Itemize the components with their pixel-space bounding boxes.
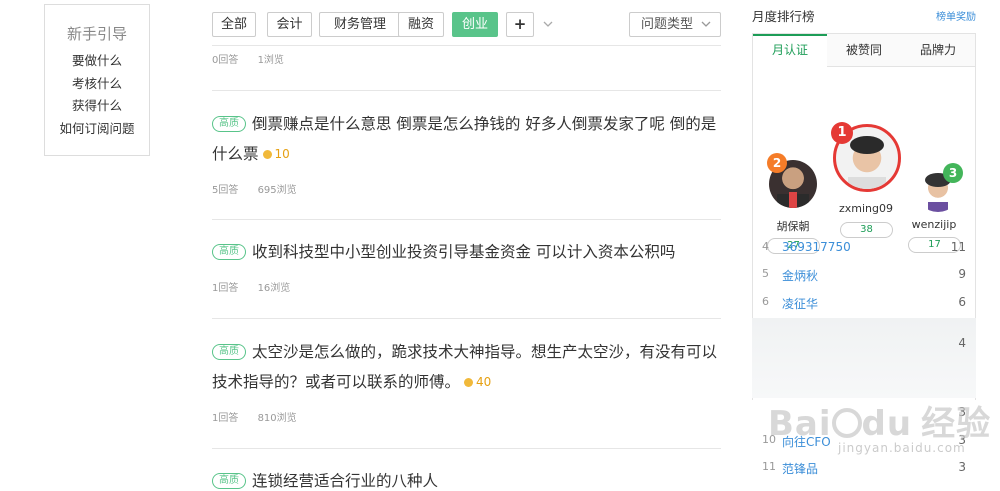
rank-number-badge: 2 bbox=[767, 153, 787, 173]
quality-badge: 高质 bbox=[212, 344, 246, 360]
chevron-down-icon[interactable] bbox=[542, 18, 554, 30]
guide-link-what-to-do[interactable]: 要做什么 bbox=[45, 50, 149, 73]
question-meta: 5回答 695浏览 bbox=[212, 181, 313, 196]
reward-amount: 10 bbox=[274, 147, 290, 161]
obscured-area bbox=[752, 318, 976, 398]
paw-icon bbox=[831, 408, 862, 438]
podium-user-name[interactable]: wenzijip bbox=[894, 218, 974, 231]
guide-link-assessment[interactable]: 考核什么 bbox=[45, 73, 149, 96]
answer-count: 1回答 bbox=[212, 283, 239, 294]
rank-score: 9 bbox=[958, 267, 966, 281]
rank-user-link[interactable]: 金炳秋 bbox=[782, 267, 818, 284]
view-count: 810浏览 bbox=[257, 413, 297, 424]
quality-badge: 高质 bbox=[212, 473, 246, 489]
reward-coins: 40 bbox=[464, 367, 491, 397]
rank-row: 5 金炳秋 9 bbox=[762, 267, 966, 287]
podium-score: 38 bbox=[840, 222, 893, 238]
rank-reward-link[interactable]: 榜单奖励 bbox=[936, 8, 976, 23]
guide-title: 新手引导 bbox=[66, 25, 127, 43]
rank-score: 3 bbox=[958, 460, 966, 474]
question-item: 高质 收到科技型中小型创业投资引导基金资金 可以计入资本公积吗 bbox=[212, 237, 724, 267]
rank-header: 月度排行榜 榜单奖励 bbox=[752, 6, 976, 25]
question-item: 高质 连锁经营适合行业的八种人 bbox=[212, 466, 724, 491]
filter-tag-accounting[interactable]: 会计 bbox=[267, 12, 312, 37]
question-meta: 1回答 16浏览 bbox=[212, 279, 306, 294]
divider bbox=[212, 45, 721, 46]
rank-tabs: 月认证 被赞同 品牌力 bbox=[753, 34, 975, 68]
rank-row: 6 凌征华 6 bbox=[762, 295, 966, 315]
filter-tag-all[interactable]: 全部 bbox=[212, 12, 256, 37]
rank-row: 4 bbox=[762, 336, 966, 356]
chevron-down-icon bbox=[700, 13, 712, 44]
rank-score: 4 bbox=[958, 336, 966, 350]
question-meta: 1回答 810浏览 bbox=[212, 409, 313, 424]
rank-number-badge: 3 bbox=[943, 163, 963, 183]
coin-icon bbox=[464, 378, 474, 387]
question-meta: 0回答 1浏览 bbox=[212, 51, 300, 66]
newbie-guide-box: 新手引导 要做什么 考核什么 获得什么 如何订阅问题 bbox=[44, 4, 150, 156]
watermark-brand-suffix: du bbox=[861, 404, 913, 444]
divider bbox=[212, 90, 721, 91]
rank-title: 月度排行榜 bbox=[752, 9, 815, 24]
tab-approved[interactable]: 被赞同 bbox=[827, 34, 901, 67]
rank-score: 6 bbox=[958, 295, 966, 309]
rank-position: 5 bbox=[762, 267, 769, 280]
add-tag-button[interactable]: + bbox=[506, 12, 534, 37]
filter-tag-startup[interactable]: 创业 bbox=[452, 12, 498, 37]
rank-row: 11 范锋品 3 bbox=[762, 460, 966, 480]
question-type-select[interactable]: 问题类型 bbox=[629, 12, 721, 37]
answer-count: 1回答 bbox=[212, 413, 239, 424]
rank-row: 4 369317750 11 bbox=[762, 240, 966, 260]
watermark-brand: Bai bbox=[768, 404, 832, 444]
rank-position: 6 bbox=[762, 295, 769, 308]
rank-number-badge: 1 bbox=[831, 122, 853, 144]
rank-user-link[interactable]: 凌征华 bbox=[782, 295, 818, 312]
divider bbox=[212, 219, 721, 220]
quality-badge: 高质 bbox=[212, 116, 246, 132]
rank-podium: 2 胡保朝 27 1 zxming09 38 3 wenzijip 17 bbox=[753, 68, 975, 258]
guide-link-rewards[interactable]: 获得什么 bbox=[45, 95, 149, 118]
answer-count: 5回答 bbox=[212, 185, 239, 196]
reward-amount: 40 bbox=[476, 375, 492, 389]
rank-position: 11 bbox=[762, 460, 776, 473]
reward-coins: 10 bbox=[262, 139, 290, 169]
tab-monthly-cert[interactable]: 月认证 bbox=[753, 34, 827, 68]
filter-tag-financing[interactable]: 融资 bbox=[398, 12, 444, 37]
divider bbox=[212, 448, 721, 449]
watermark-url: jingyan.baidu.com bbox=[838, 441, 966, 455]
view-count: 16浏览 bbox=[257, 283, 291, 294]
rank-user-link[interactable]: 369317750 bbox=[782, 240, 851, 254]
guide-link-subscribe[interactable]: 如何订阅问题 bbox=[45, 118, 149, 141]
baidu-jingyan-watermark: Bai du 经验 jingyan.baidu.com bbox=[768, 396, 992, 455]
question-title-link[interactable]: 连锁经营适合行业的八种人 bbox=[252, 472, 438, 490]
watermark-cn: 经验 bbox=[921, 404, 992, 444]
quality-badge: 高质 bbox=[212, 244, 246, 260]
answer-count: 0回答 bbox=[212, 55, 239, 66]
question-item: 高质 倒票赚点是什么意思 倒票是怎么挣钱的 好多人倒票发家了呢 倒的是什么票 10 bbox=[212, 109, 724, 169]
filter-tag-finance[interactable]: 财务管理 bbox=[319, 12, 401, 37]
question-item: 高质 太空沙是怎么做的，跪求技术大神指导。想生产太空沙，有没有可以技术指导的？或者… bbox=[212, 337, 724, 397]
page: 新手引导 要做什么 考核什么 获得什么 如何订阅问题 全部 会计 财务管理 融资… bbox=[0, 0, 1000, 491]
rank-position: 4 bbox=[762, 240, 769, 253]
view-count: 1浏览 bbox=[257, 55, 284, 66]
rank-score: 11 bbox=[950, 240, 966, 254]
rank-user-link[interactable]: 范锋品 bbox=[782, 460, 818, 477]
question-type-label: 问题类型 bbox=[641, 17, 694, 32]
divider bbox=[212, 318, 721, 319]
podium-user-name[interactable]: 胡保朝 bbox=[753, 218, 833, 234]
coin-icon bbox=[262, 150, 272, 159]
podium-user-name[interactable]: zxming09 bbox=[826, 202, 906, 215]
view-count: 695浏览 bbox=[257, 185, 297, 196]
tab-brand-power[interactable]: 品牌力 bbox=[901, 34, 975, 67]
question-title-link[interactable]: 收到科技型中小型创业投资引导基金资金 可以计入资本公积吗 bbox=[252, 243, 675, 261]
